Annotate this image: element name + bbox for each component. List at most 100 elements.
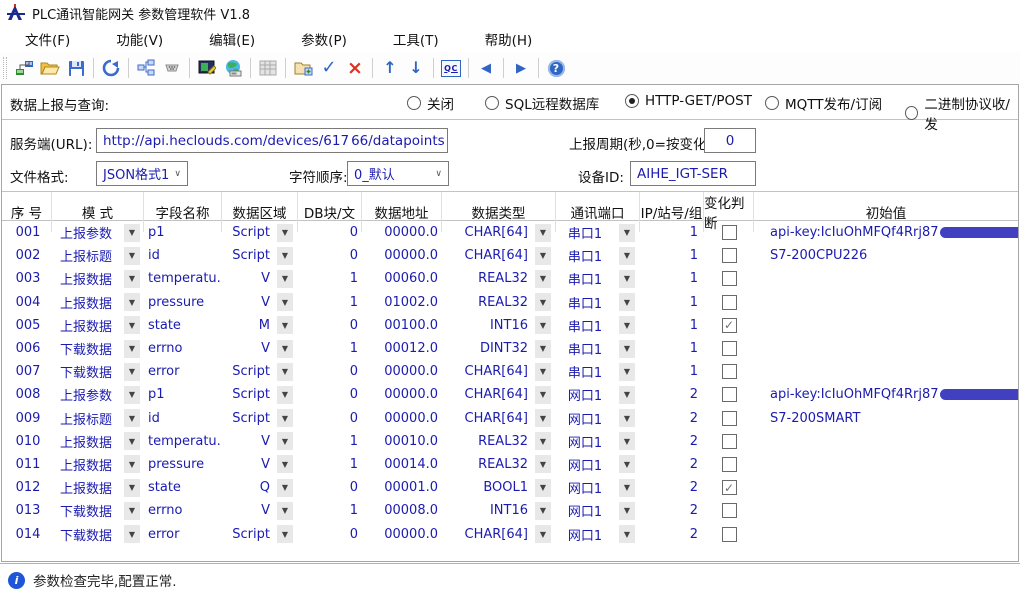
dropdown-button[interactable]: ▼ [535,316,551,335]
cell-data-area[interactable]: V [222,295,272,310]
dropdown-button[interactable]: ▼ [124,409,140,428]
dropdown-button[interactable]: ▼ [619,478,635,497]
apply-check-icon[interactable]: ✓ [317,56,341,80]
dropdown-button[interactable]: ▼ [124,316,140,335]
dropdown-button[interactable]: ▼ [124,385,140,404]
cell-initial-value[interactable]: api-key:IcIuOhMFQf4Rrj87= [754,387,1018,402]
cell-data-type[interactable]: CHAR[64] [442,527,530,542]
menu-edit[interactable]: 编辑(E) [194,26,270,52]
cell-mode[interactable]: 上报数据 [52,478,120,497]
table-row[interactable]: 006 下载数据 ▼ errno V ▼ 1 00012.0 DINT32 ▼ … [2,337,1018,360]
cell-data-address[interactable]: 00000.0 [362,527,442,542]
dropdown-button[interactable]: ▼ [619,316,635,335]
cell-comm-port[interactable]: 串口1 [556,223,614,242]
dropdown-button[interactable]: ▼ [277,455,293,474]
cell-data-area[interactable]: V [222,341,272,356]
cell-ip-station[interactable]: 1 [640,225,704,240]
dropdown-button[interactable]: ▼ [124,246,140,265]
cell-data-area[interactable]: Script [222,411,272,426]
change-detect-checkbox[interactable]: ✓ [721,294,737,310]
dropdown-button[interactable]: ▼ [277,223,293,242]
change-detect-checkbox[interactable]: ✓ [721,225,737,241]
cell-field-name[interactable]: error [144,527,222,542]
save-icon[interactable] [64,56,88,80]
cell-ip-station[interactable]: 1 [640,248,704,263]
radio-option-close[interactable]: 关闭 [407,93,454,113]
cell-data-address[interactable]: 00100.0 [362,318,442,333]
dropdown-button[interactable]: ▼ [619,246,635,265]
dropdown-button[interactable]: ▼ [535,362,551,381]
move-up-icon[interactable]: ↑ [378,56,402,80]
table-row[interactable]: 001 上报参数 ▼ p1 Script ▼ 0 00000.0 CHAR[64… [2,221,1018,244]
network-device-icon[interactable] [221,56,245,80]
radio-option-mqtt[interactable]: MQTT发布/订阅 [765,93,882,113]
cell-ip-station[interactable]: 2 [640,457,704,472]
cell-mode[interactable]: 上报数据 [52,316,120,335]
cell-ip-station[interactable]: 1 [640,341,704,356]
radio-option-http[interactable]: HTTP-GET/POST [625,93,752,109]
dropdown-button[interactable]: ▼ [619,525,635,544]
open-file-icon[interactable] [38,56,62,80]
cell-ip-station[interactable]: 1 [640,271,704,286]
cell-mode[interactable]: 上报数据 [52,269,120,288]
dropdown-button[interactable]: ▼ [535,501,551,520]
cell-db-block[interactable]: 0 [298,480,362,495]
cell-db-block[interactable]: 1 [298,341,362,356]
byte-order-select[interactable]: 0_默认 ∨ [347,161,449,186]
menu-function[interactable]: 功能(V) [101,26,178,52]
cell-data-type[interactable]: CHAR[64] [442,248,530,263]
cell-initial-value[interactable]: S7-200CPU226 [754,248,1018,263]
dropdown-button[interactable]: ▼ [277,362,293,381]
dropdown-button[interactable]: ▼ [124,339,140,358]
change-detect-checkbox[interactable]: ✓ [721,410,737,426]
move-down-icon[interactable]: ↓ [404,56,428,80]
dropdown-button[interactable]: ▼ [535,455,551,474]
cell-comm-port[interactable]: 网口1 [556,432,614,451]
cell-field-name[interactable]: p1 [144,387,222,402]
table-row[interactable]: 010 上报数据 ▼ temperatu... V ▼ 1 00010.0 RE… [2,430,1018,453]
dropdown-button[interactable]: ▼ [124,293,140,312]
cell-db-block[interactable]: 0 [298,387,362,402]
table-row[interactable]: 014 下载数据 ▼ error Script ▼ 0 00000.0 CHAR… [2,522,1018,545]
add-group-icon[interactable] [291,56,315,80]
cell-db-block[interactable]: 0 [298,364,362,379]
cell-comm-port[interactable]: 串口1 [556,246,614,265]
dropdown-button[interactable]: ▼ [535,478,551,497]
cell-data-type[interactable]: CHAR[64] [442,387,530,402]
dropdown-button[interactable]: ▼ [535,409,551,428]
dropdown-button[interactable]: ▼ [124,501,140,520]
dropdown-button[interactable]: ▼ [277,432,293,451]
cell-comm-port[interactable]: 网口1 [556,455,614,474]
table-row[interactable]: 002 上报标题 ▼ id Script ▼ 0 00000.0 CHAR[64… [2,244,1018,267]
cell-db-block[interactable]: 1 [298,295,362,310]
dropdown-button[interactable]: ▼ [277,385,293,404]
cell-data-address[interactable]: 00012.0 [362,341,442,356]
dropdown-button[interactable]: ▼ [277,339,293,358]
cell-data-type[interactable]: REAL32 [442,457,530,472]
cell-ip-station[interactable]: 1 [640,295,704,310]
cell-data-address[interactable]: 00001.0 [362,480,442,495]
cell-mode[interactable]: 上报数据 [52,432,120,451]
cell-ip-station[interactable]: 2 [640,411,704,426]
menu-tools[interactable]: 工具(T) [378,26,454,52]
cell-data-type[interactable]: BOOL1 [442,480,530,495]
dropdown-button[interactable]: ▼ [124,525,140,544]
table-row[interactable]: 003 上报数据 ▼ temperatu... V ▼ 1 00060.0 RE… [2,267,1018,290]
menu-file[interactable]: 文件(F) [10,26,85,52]
change-detect-checkbox[interactable]: ✓ [721,503,737,519]
cell-comm-port[interactable]: 网口1 [556,501,614,520]
dropdown-button[interactable]: ▼ [535,385,551,404]
cell-data-area[interactable]: V [222,503,272,518]
cell-data-area[interactable]: V [222,457,272,472]
dropdown-button[interactable]: ▼ [535,293,551,312]
table-row[interactable]: 008 上报参数 ▼ p1 Script ▼ 0 00000.0 CHAR[64… [2,383,1018,406]
cell-data-address[interactable]: 00000.0 [362,248,442,263]
table-row[interactable]: 007 下载数据 ▼ error Script ▼ 0 00000.0 CHAR… [2,360,1018,383]
dropdown-button[interactable]: ▼ [619,362,635,381]
help-icon[interactable]: ? [544,56,568,80]
cell-data-area[interactable]: V [222,434,272,449]
cell-initial-value[interactable]: S7-200SMART [754,411,1018,426]
cell-db-block[interactable]: 1 [298,271,362,286]
change-detect-checkbox[interactable]: ✓ [721,317,737,333]
cell-field-name[interactable]: pressure [144,295,222,310]
